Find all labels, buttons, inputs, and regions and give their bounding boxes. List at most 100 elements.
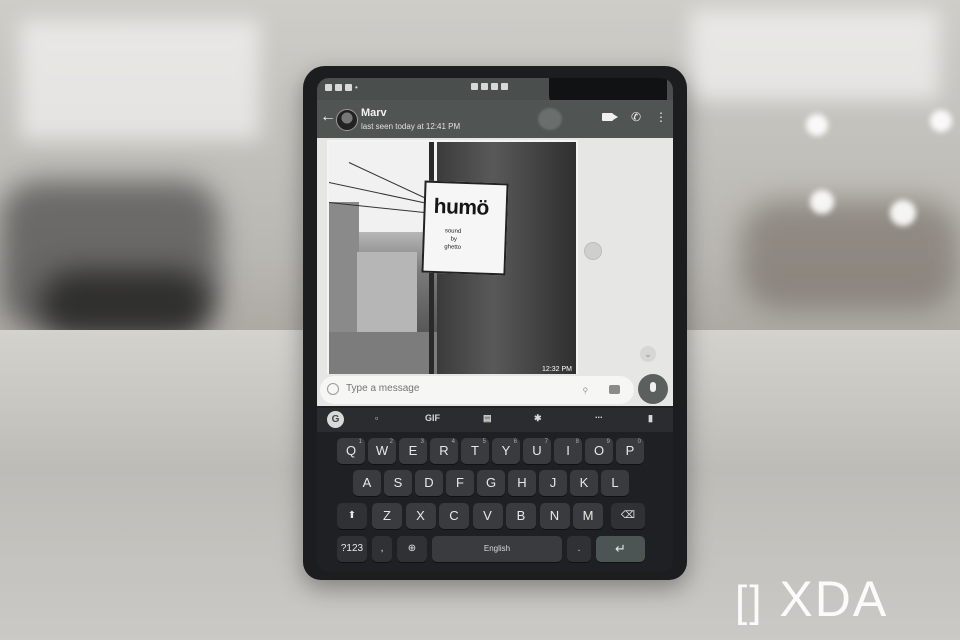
avatar[interactable] xyxy=(336,109,358,131)
key-o[interactable]: O9 xyxy=(585,438,613,464)
keyboard: Q1W2E3R4T5Y6U7I8O9P0 ASDFGHJKL ⬆ ⌫ ZXCVB… xyxy=(317,432,673,572)
lock-icon xyxy=(345,84,352,91)
key-a[interactable]: A xyxy=(353,470,381,496)
sign-title: humö xyxy=(433,194,490,220)
enter-key[interactable]: ↵ xyxy=(596,536,645,562)
key-r[interactable]: R4 xyxy=(430,438,458,464)
key-c[interactable]: C xyxy=(439,503,469,529)
key-d[interactable]: D xyxy=(415,470,443,496)
symbols-key[interactable]: ?123 xyxy=(337,536,367,562)
key-number-hint: 3 xyxy=(420,439,424,445)
key-t[interactable]: T5 xyxy=(461,438,489,464)
key-z[interactable]: Z xyxy=(372,503,402,529)
key-label: Y xyxy=(501,443,511,458)
key-k[interactable]: K xyxy=(570,470,598,496)
key-g[interactable]: G xyxy=(477,470,505,496)
key-h[interactable]: H xyxy=(508,470,536,496)
key-label: W xyxy=(375,443,389,458)
key-y[interactable]: Y6 xyxy=(492,438,520,464)
key-number-hint: 0 xyxy=(637,439,641,445)
shift-key[interactable]: ⬆ xyxy=(337,503,367,529)
key-number-hint: 9 xyxy=(606,439,610,445)
xda-brand-text: XDA xyxy=(779,571,889,627)
message-input[interactable] xyxy=(346,383,556,394)
battery-icon xyxy=(501,83,508,90)
key-s[interactable]: S xyxy=(384,470,412,496)
image-message[interactable]: humö sound by ghetto 12:32 PM xyxy=(327,140,578,378)
contact-name[interactable]: Marv xyxy=(361,107,387,119)
globe-language-key[interactable]: ⊕ xyxy=(397,536,427,562)
phone-screen: • ← Marv last seen today at 12:41 PM ✆ ⋮ xyxy=(317,78,673,572)
key-number-hint: 2 xyxy=(389,439,393,445)
keyboard-row-2: ASDFGHJKL xyxy=(317,470,673,496)
microphone-icon xyxy=(650,382,656,392)
key-n[interactable]: N xyxy=(539,503,570,529)
key-p[interactable]: P0 xyxy=(616,438,644,464)
gif-button[interactable]: GIF xyxy=(425,413,440,423)
key-label: E xyxy=(408,443,418,458)
scroll-down-button[interactable]: ⌄ xyxy=(640,346,656,362)
period-key[interactable]: . xyxy=(567,536,591,562)
foldable-phone: • ← Marv last seen today at 12:41 PM ✆ ⋮ xyxy=(303,66,687,580)
front-camera-glare xyxy=(538,108,562,130)
key-number-hint: 4 xyxy=(451,439,455,445)
video-call-icon[interactable] xyxy=(601,113,618,121)
voice-call-icon[interactable]: ✆ xyxy=(631,110,641,124)
message-timestamp: 12:32 PM xyxy=(542,366,572,373)
key-label: I xyxy=(566,443,570,458)
chat-area[interactable]: humö sound by ghetto 12:32 PM ⌄ xyxy=(317,138,673,386)
key-i[interactable]: I8 xyxy=(554,438,582,464)
key-label: P xyxy=(625,443,635,458)
wifi-icon xyxy=(481,83,488,90)
more-notifications-icon: • xyxy=(355,83,358,92)
comma-key[interactable]: , xyxy=(372,536,392,562)
key-number-hint: 6 xyxy=(513,439,517,445)
google-icon[interactable]: G xyxy=(327,411,344,428)
message-composer: ⌕ xyxy=(317,374,673,406)
backspace-key[interactable]: ⌫ xyxy=(611,503,645,529)
clipboard-icon[interactable]: ▤ xyxy=(483,413,492,424)
key-label: O xyxy=(593,443,605,458)
key-label: T xyxy=(471,443,479,458)
key-q[interactable]: Q1 xyxy=(337,438,365,464)
overflow-menu-icon[interactable]: ⋮ xyxy=(655,110,667,124)
key-b[interactable]: B xyxy=(506,503,536,529)
shop-sign: humö sound by ghetto xyxy=(421,180,509,276)
keyboard-toolbar: G ▫ GIF ▤ ✱ ... ▮ xyxy=(317,408,673,432)
forward-button[interactable] xyxy=(584,242,602,260)
key-f[interactable]: F xyxy=(446,470,474,496)
keyboard-row-4: ?123 , ⊕ English . ↵ xyxy=(317,536,673,562)
space-bar[interactable]: English xyxy=(432,536,562,562)
keyboard-row-3: ⬆ ⌫ ZXCVBNM xyxy=(317,503,673,529)
key-label: R xyxy=(439,443,449,458)
settings-gear-icon[interactable]: ✱ xyxy=(534,413,542,424)
key-x[interactable]: X xyxy=(405,503,436,529)
message-box[interactable]: ⌕ xyxy=(320,376,634,404)
key-l[interactable]: L xyxy=(601,470,629,496)
keyboard-row-1: Q1W2E3R4T5Y6U7I8O9P0 xyxy=(317,438,673,464)
notification-icon xyxy=(325,84,332,91)
key-v[interactable]: V xyxy=(472,503,503,529)
key-u[interactable]: U7 xyxy=(523,438,551,464)
sticker-icon[interactable]: ▫ xyxy=(375,413,378,423)
camera-icon[interactable] xyxy=(609,385,620,394)
key-w[interactable]: W2 xyxy=(368,438,396,464)
key-number-hint: 5 xyxy=(482,439,486,445)
more-options-button[interactable]: ... xyxy=(595,410,603,420)
voice-typing-icon[interactable]: ▮ xyxy=(648,413,653,424)
voice-message-button[interactable] xyxy=(638,374,668,404)
xda-logo-bracket-icon: [] xyxy=(735,577,764,626)
status-bar: • xyxy=(317,78,673,106)
key-label: U xyxy=(532,443,542,458)
emoji-icon[interactable] xyxy=(327,383,339,395)
key-m[interactable]: M xyxy=(573,503,603,529)
key-number-hint: 1 xyxy=(358,439,362,445)
attachment-icon[interactable]: ⌕ xyxy=(578,382,593,398)
key-e[interactable]: E3 xyxy=(399,438,427,464)
back-arrow-icon[interactable]: ← xyxy=(320,108,336,126)
chat-header: ← Marv last seen today at 12:41 PM ✆ ⋮ xyxy=(317,100,673,138)
sign-line: ghetto xyxy=(444,244,462,251)
mute-icon xyxy=(471,83,478,90)
key-j[interactable]: J xyxy=(539,470,567,496)
last-seen-status: last seen today at 12:41 PM xyxy=(361,122,461,131)
